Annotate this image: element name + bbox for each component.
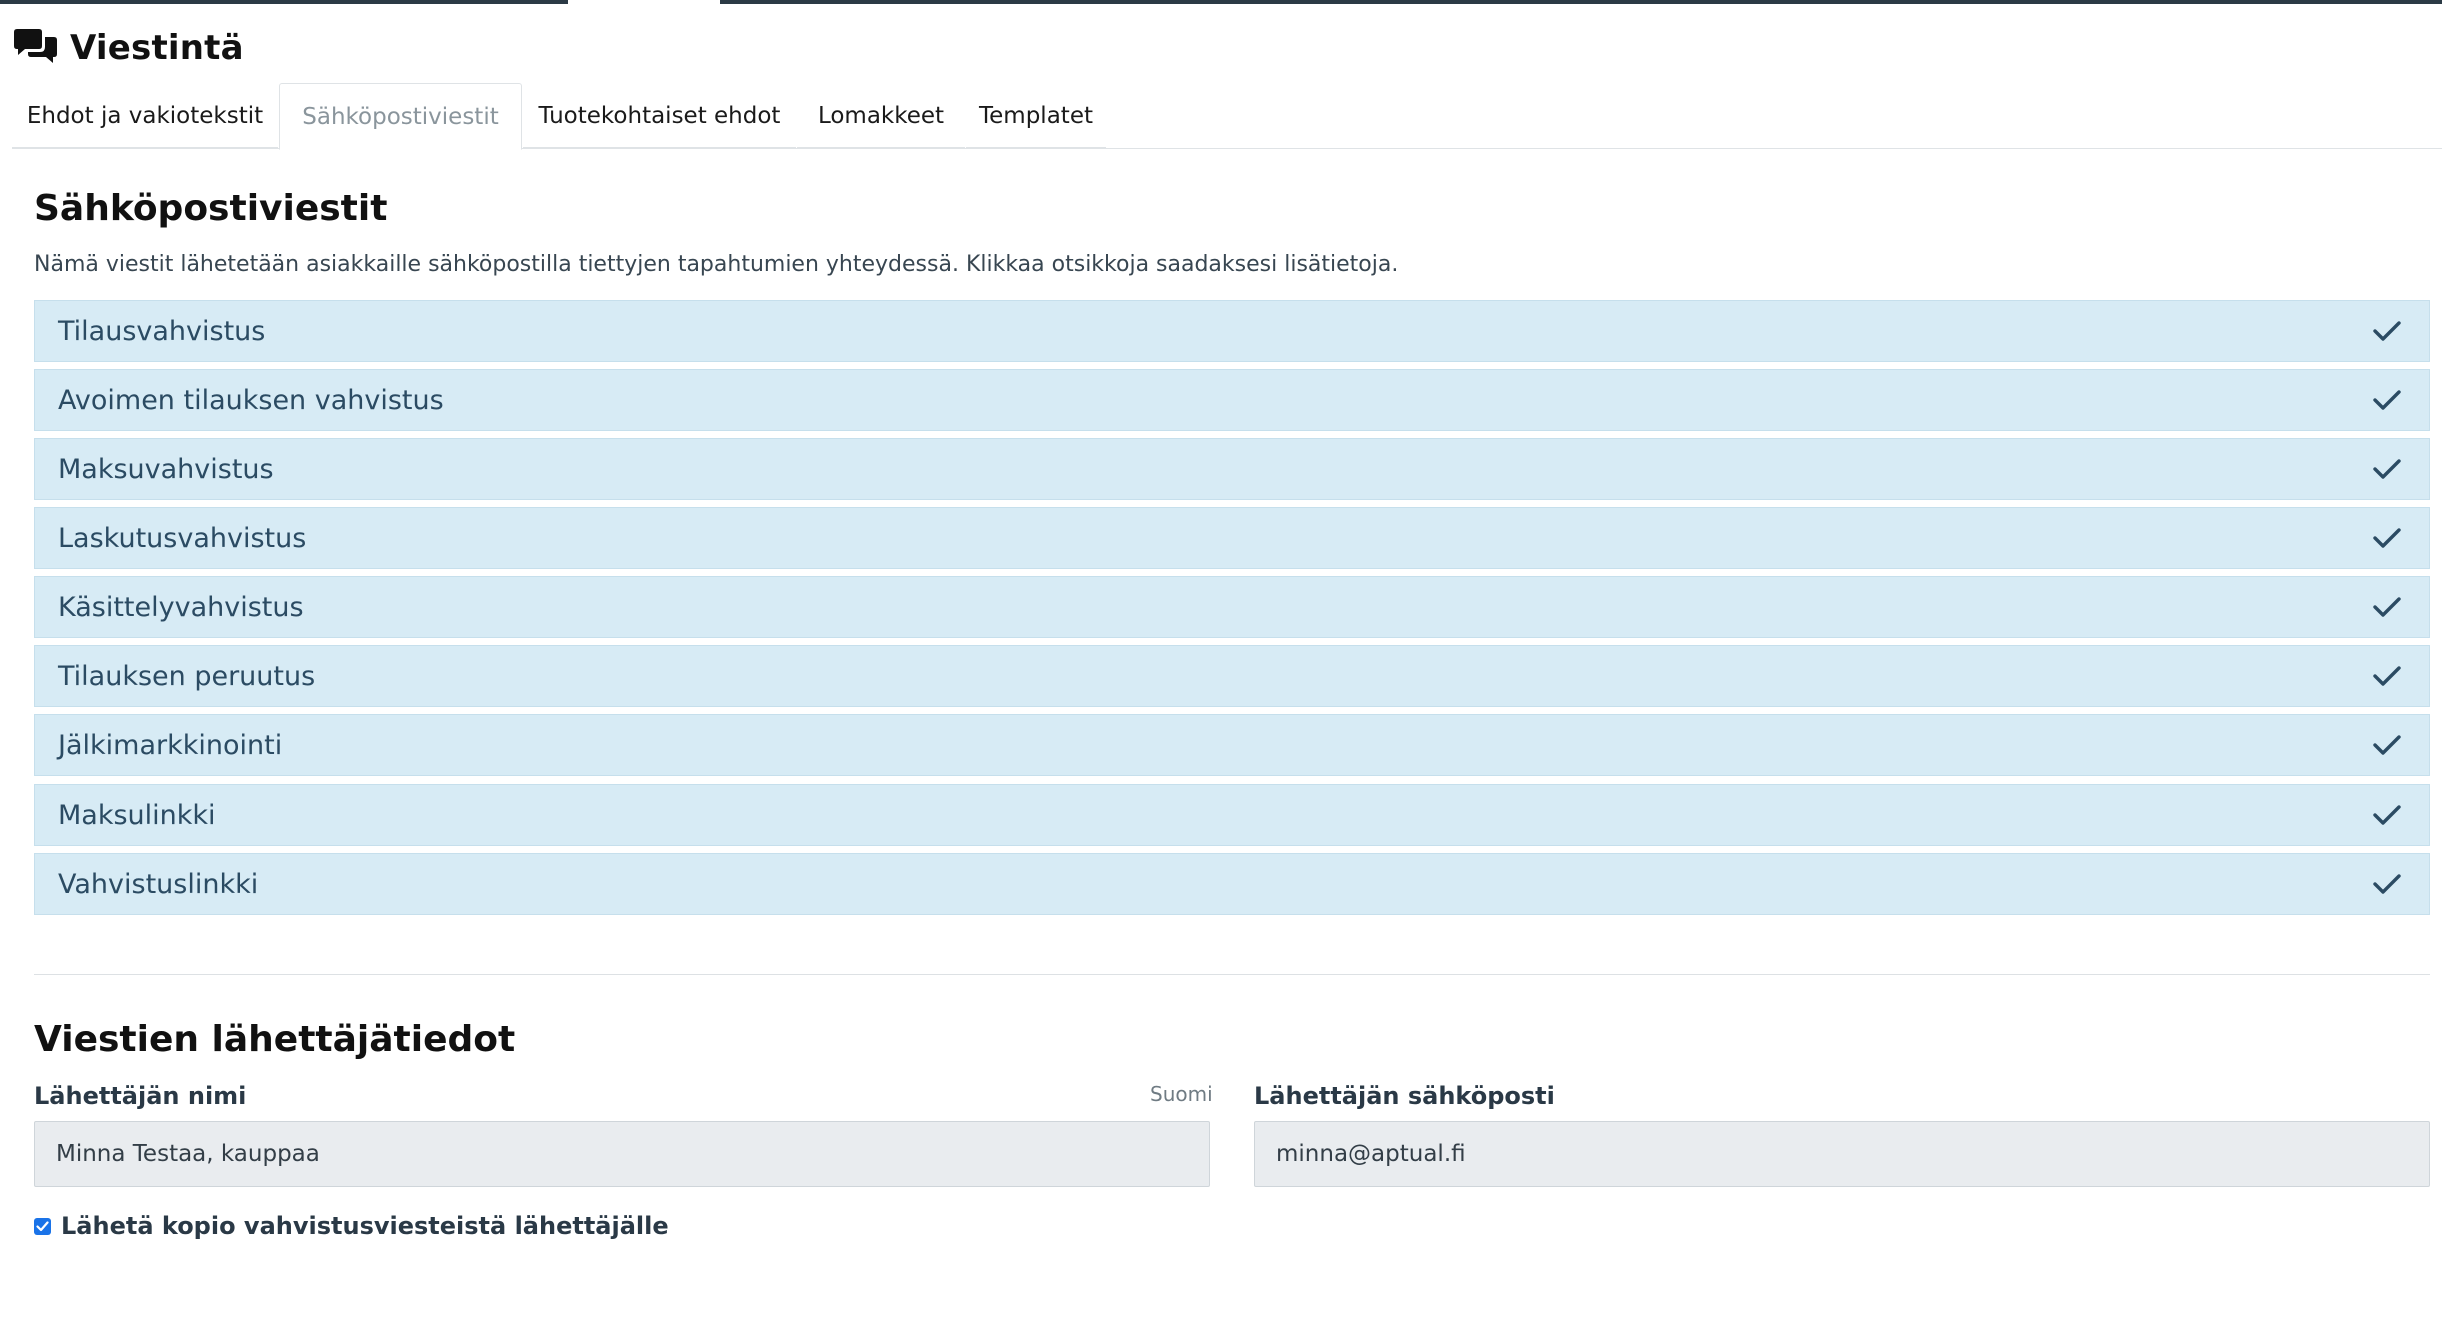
tab-templates[interactable]: Templatet [966,83,1106,149]
tab-terms[interactable]: Ehdot ja vakiotekstit [12,83,278,149]
comments-icon [12,29,58,67]
email-item-label: Avoimen tilauksen vahvistus [58,384,444,416]
email-item-label: Jälkimarkkinointi [58,729,283,761]
email-item-processing-confirmation[interactable]: Käsittelyvahvistus [34,576,2430,638]
email-item-invoicing-confirmation[interactable]: Laskutusvahvistus [34,507,2430,569]
send-copy-checkbox[interactable] [34,1217,51,1235]
email-item-confirmation-link[interactable]: Vahvistuslinkki [34,853,2430,915]
top-line-segment-left [0,0,568,4]
check-icon [2373,320,2401,342]
page-title-text: Viestintä [70,28,244,68]
tab-bar: Ehdot ja vakiotekstit Sähköpostiviestit … [12,83,2442,150]
send-copy-option: Lähetä kopio vahvistusviesteistä lähettä… [34,1212,669,1240]
sender-name-label: Lähettäjän nimi [34,1082,247,1110]
email-item-label: Tilauksen peruutus [58,660,316,692]
page-title: Viestintä [12,24,244,72]
sender-email-label: Lähettäjän sähköposti [1254,1082,1555,1110]
email-item-label: Tilausvahvistus [58,315,266,347]
send-copy-label[interactable]: Lähetä kopio vahvistusviesteistä lähettä… [61,1212,669,1240]
sender-name-language: Suomi [1150,1082,1213,1106]
email-item-label: Maksuvahvistus [58,453,274,485]
email-item-label: Laskutusvahvistus [58,522,307,554]
emails-description: Nämä viestit lähetetään asiakkaille sähk… [34,252,1399,277]
top-progress-line [0,0,2442,4]
check-icon [2373,804,2401,826]
email-item-payment-confirmation[interactable]: Maksuvahvistus [34,438,2430,500]
check-icon [2373,665,2401,687]
check-icon [2373,596,2401,618]
email-item-payment-link[interactable]: Maksulinkki [34,784,2430,846]
section-divider [34,974,2430,975]
email-item-open-order-confirmation[interactable]: Avoimen tilauksen vahvistus [34,369,2430,431]
email-item-label: Vahvistuslinkki [58,868,259,900]
sender-email-input[interactable] [1254,1121,2430,1187]
check-icon [2373,734,2401,756]
email-item-label: Käsittelyvahvistus [58,591,304,623]
email-item-order-cancellation[interactable]: Tilauksen peruutus [34,645,2430,707]
email-item-order-confirmation[interactable]: Tilausvahvistus [34,300,2430,362]
email-item-label: Maksulinkki [58,799,216,831]
sender-name-input[interactable] [34,1121,1210,1187]
check-icon [2373,458,2401,480]
checkbox-check-icon [36,1220,49,1231]
check-icon [2373,527,2401,549]
tab-emails[interactable]: Sähköpostiviestit [279,83,522,150]
emails-heading: Sähköpostiviestit [34,188,388,229]
sender-heading: Viestien lähettäjätiedot [34,1019,516,1060]
check-icon [2373,873,2401,895]
check-icon [2373,389,2401,411]
top-line-segment-right [720,0,2442,4]
tab-product-terms[interactable]: Tuotekohtaiset ehdot [523,83,796,149]
tab-forms[interactable]: Lomakkeet [797,83,965,149]
email-item-aftermarketing[interactable]: Jälkimarkkinointi [34,714,2430,776]
